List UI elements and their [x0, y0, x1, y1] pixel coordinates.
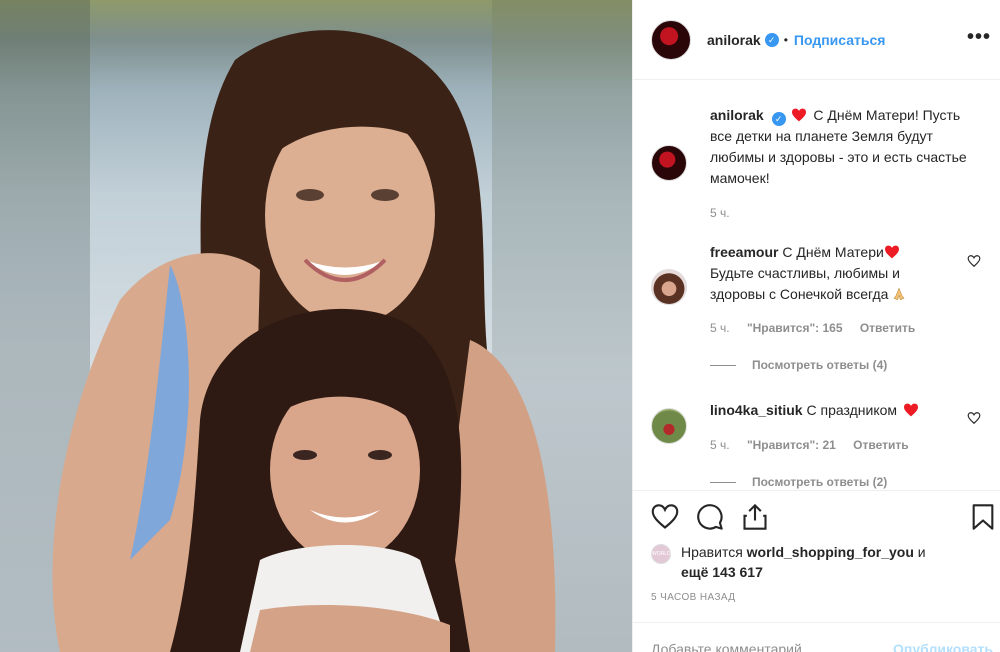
replies-divider [710, 481, 736, 483]
red-heart-emoji-icon [792, 108, 807, 122]
post-photo[interactable] [0, 0, 632, 652]
view-replies-button[interactable]: Посмотреть ответы (4) [710, 358, 887, 372]
comment-icon[interactable] [696, 503, 724, 531]
separator-dot: • [783, 32, 788, 47]
like-comment-heart-icon[interactable] [967, 254, 981, 268]
comment-body: С праздником [806, 402, 898, 418]
comment-likes[interactable]: "Нравится": 165 [747, 321, 843, 335]
comments-list[interactable]: anilorak ✓ С Днём Матери! Пусть все детк… [633, 81, 1000, 490]
more-options-icon[interactable]: ••• [967, 26, 991, 49]
like-comment-heart-icon[interactable] [967, 411, 981, 425]
comment-body-line1: С Днём Матери [782, 244, 884, 260]
likes-summary: WORLD SHOP Нравится world_shopping_for_y… [651, 542, 926, 582]
heart-icon[interactable] [651, 503, 679, 531]
author-avatar[interactable] [651, 19, 691, 60]
verified-icon: ✓ [771, 112, 786, 126]
likes-count[interactable]: ещё 143 617 [681, 564, 763, 580]
comment-username[interactable]: lino4ka_sitiuk [710, 402, 803, 418]
likes-text: Нравится world_shopping_for_you и ещё 14… [681, 542, 926, 582]
caption-avatar[interactable] [651, 145, 687, 181]
caption-meta: 5 ч. [710, 206, 744, 220]
likes-prefix: Нравится [681, 544, 743, 560]
caption-text: anilorak ✓ С Днём Матери! Пусть все детк… [710, 105, 980, 189]
comment-time[interactable]: 5 ч. [710, 438, 730, 452]
comment-likes[interactable]: "Нравится": 21 [747, 438, 836, 452]
liker-username[interactable]: world_shopping_for_you [747, 544, 914, 560]
comment-body-line3: здоровы с Сонечкой всегда [710, 286, 889, 302]
liker-avatar[interactable]: WORLD SHOP [651, 544, 671, 575]
praying-hands-emoji-icon [893, 287, 905, 301]
publish-button[interactable]: Опубликовать [893, 641, 993, 652]
likes-and: и [917, 544, 926, 560]
comment-input[interactable]: Добавьте комментарий... [651, 641, 813, 652]
reply-button[interactable]: Ответить [860, 321, 915, 335]
photo-illustration [52, 30, 556, 652]
comment-meta: 5 ч. "Нравится": 165 Ответить [710, 321, 929, 335]
post-header: anilorak ✓ • Подписаться ••• [633, 0, 1000, 80]
caption-time[interactable]: 5 ч. [710, 206, 730, 220]
comment-text: freeamour С Днём Матери Будьте счастливы… [710, 242, 960, 305]
commenter-avatar[interactable] [651, 408, 687, 444]
view-replies-button[interactable]: Посмотреть ответы (2) [710, 475, 887, 489]
view-replies-label: Посмотреть ответы (4) [752, 358, 888, 372]
bookmark-icon[interactable] [969, 503, 997, 531]
post-timestamp[interactable]: 5 ЧАСОВ НАЗАД [651, 592, 735, 603]
reply-button[interactable]: Ответить [853, 438, 908, 452]
caption-username[interactable]: anilorak [710, 107, 764, 123]
author-username[interactable]: anilorak [707, 32, 761, 48]
follow-button[interactable]: Подписаться [794, 32, 886, 48]
comment-body-line2: Будьте счастливы, любимы и [710, 265, 900, 281]
add-comment-bar: Добавьте комментарий... Опубликовать [633, 622, 1000, 652]
replies-divider [710, 364, 736, 366]
comment-username[interactable]: freeamour [710, 244, 778, 260]
red-heart-emoji-icon [903, 403, 918, 417]
action-bar [633, 490, 1000, 540]
view-replies-label: Посмотреть ответы (2) [752, 475, 888, 489]
share-icon[interactable] [741, 503, 769, 531]
commenter-avatar[interactable] [651, 269, 687, 305]
comment-meta: 5 ч. "Нравится": 21 Ответить [710, 438, 923, 452]
comment-text: lino4ka_sitiuk С праздником [710, 400, 960, 421]
verified-icon: ✓ [764, 32, 779, 47]
post-sidebar: anilorak ✓ • Подписаться ••• anilorak ✓ … [632, 0, 1000, 652]
comment-time[interactable]: 5 ч. [710, 321, 730, 335]
red-heart-emoji-icon [884, 245, 899, 259]
